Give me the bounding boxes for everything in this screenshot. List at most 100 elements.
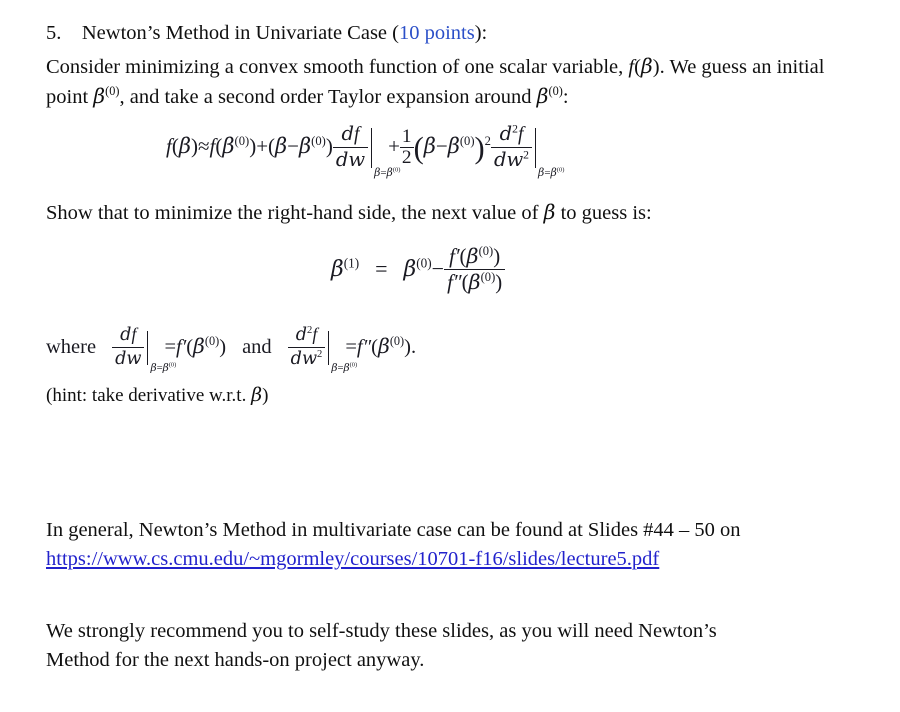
where-eval-first: β=β(0)	[144, 331, 176, 374]
where-equals-1: =	[164, 335, 177, 358]
where-eval-bar-second	[328, 331, 330, 366]
newton-minus: −	[431, 255, 445, 281]
where-r1-sup: (0)	[204, 334, 220, 349]
taylor-dw-denominator: dw	[333, 148, 368, 172]
where-r1-open: (	[186, 335, 194, 358]
where-dw-w: w	[126, 348, 142, 369]
recommendation-paragraph: We strongly recommend you to self-study …	[46, 617, 858, 675]
question-title-tail: ):	[474, 22, 488, 44]
newton-den-beta: β	[468, 270, 481, 295]
title-gap	[61, 22, 82, 44]
where-eval2-sup: (0)	[349, 361, 358, 369]
where-r2-sup: (0)	[389, 334, 405, 349]
question-title-text: Newton’s Method in Univariate Case (	[81, 22, 399, 44]
taylor-t3-beta: β	[423, 134, 436, 159]
lecture-slides-link[interactable]: https://www.cs.cmu.edu/~mgormley/courses…	[46, 548, 659, 570]
where-dw-d: d	[115, 348, 127, 369]
taylor-eval-sub-second: β=β(0)	[538, 166, 564, 179]
taylor-t2-minus: −	[287, 134, 300, 159]
where-df-f: f	[131, 323, 137, 344]
where-r2-prime: ″	[362, 335, 372, 358]
intro-beta0-2: β	[536, 84, 549, 108]
where-d2f-f: f	[312, 323, 318, 344]
taylor-d2f-numerator: d2f	[490, 121, 533, 148]
taylor-one-half: 12	[399, 125, 414, 169]
taylor-half-num: 1	[399, 125, 414, 149]
taylor-t1-beta: β	[222, 134, 235, 159]
intro-text-line2c: :	[562, 86, 569, 108]
general-note-paragraph: In general, Newton’s Method in multivari…	[46, 516, 858, 574]
hint-line: (hint: take derivative w.r.t. β)	[46, 381, 858, 410]
taylor-t2-beta: β	[275, 134, 288, 159]
where-label: where	[46, 335, 97, 358]
where-r2-close: )	[404, 335, 411, 358]
where-d2f-d: d	[295, 324, 308, 345]
taylor-df-numerator: df	[332, 122, 369, 148]
where-eval-sub-first: β=β(0)	[150, 361, 176, 374]
where-eval-sub-second: β=β(0)	[331, 361, 357, 374]
taylor-half-den: 2	[401, 147, 412, 169]
intro-beta0: β	[93, 84, 106, 108]
taylor-t3-sup: (0)	[459, 134, 475, 149]
taylor-lhs-open: (	[171, 134, 179, 159]
where-r2-open: (	[371, 335, 378, 358]
show-text-a: Show that to minimize the right-hand sid…	[46, 202, 544, 224]
taylor-eval2-sup: (0)	[556, 166, 565, 174]
where-eval-bar-first	[147, 331, 149, 366]
taylor-d2f-d: d	[499, 121, 513, 145]
where-dw-den: dw	[112, 348, 144, 370]
newton-numerator: f′(β(0))	[444, 243, 506, 271]
taylor-dw2-denominator: dw2	[491, 148, 532, 172]
question-number: 5.	[46, 22, 62, 44]
show-beta: β	[543, 200, 556, 224]
where-eval-second: β=β(0)	[325, 331, 357, 374]
where-d2f-num: d2f	[287, 323, 326, 348]
taylor-eval-second: β=β(0)	[532, 128, 564, 179]
where-equals-2: =	[345, 335, 357, 358]
taylor-t3-beta0: β	[447, 134, 460, 159]
intro-beta: β	[640, 54, 653, 78]
newton-num-close: )	[493, 243, 501, 268]
intro-text-line2b: , and take a second order Taylor expansi…	[119, 86, 537, 108]
taylor-second-derivative-fraction: d2f dw2	[490, 121, 533, 172]
taylor-t3-open: (	[413, 131, 424, 166]
newton-num-beta: β	[466, 243, 479, 268]
taylor-t2-close: )	[325, 134, 333, 159]
where-dw2-exp: 2	[317, 348, 323, 360]
where-eval-sup: (0)	[168, 361, 177, 369]
where-df-d: d	[120, 324, 132, 345]
equation-newton-update: β(1) = β(0)− f′(β(0)) f″(β(0))	[331, 243, 506, 296]
equation-taylor-expansion: f(β)≈f(β(0))+(β−β(0)) df dw β=β(0) +1 2 (β−β(0…	[166, 121, 564, 179]
taylor-lhs-close: )	[190, 134, 198, 159]
intro-paragraph: Consider minimizing a convex smooth func…	[46, 52, 858, 112]
where-r1-close: )	[219, 335, 227, 358]
intro-beta0-sup: (0)	[105, 84, 120, 99]
equation-derivative-definitions: where df dw β=β(0) =f′(β(0)) and d2f dw2 β=β(0) =…	[46, 323, 417, 374]
intro-beta0-2-sup: (0)	[548, 84, 563, 99]
where-d2f-fraction: d2f dw2	[287, 323, 326, 370]
taylor-eval-sub-first: β=β(0)	[374, 166, 400, 179]
taylor-t3-close: )	[474, 131, 485, 166]
taylor-t3-minus: −	[435, 134, 448, 159]
taylor-t1-sup: (0)	[234, 134, 250, 149]
newton-den-sup: (0)	[480, 270, 496, 285]
newton-den-prime: ″	[452, 270, 462, 295]
points-badge: 10 points	[398, 22, 475, 44]
taylor-df-f: f	[353, 123, 360, 145]
newton-den-open: (	[461, 270, 469, 295]
newton-rhs-beta: β	[403, 256, 417, 282]
document-page: 5. Newton’s Method in Univariate Case (1…	[0, 0, 900, 712]
hint-text-a: (hint: take derivative w.r.t.	[46, 385, 252, 406]
where-dw2-den: dw2	[288, 348, 326, 370]
show-that-paragraph: Show that to minimize the right-hand sid…	[46, 198, 858, 228]
newton-lhs-beta: β	[331, 256, 344, 282]
where-dw2-d: d	[290, 348, 302, 369]
taylor-t2-sup: (0)	[311, 134, 326, 149]
intro-paren-open: (	[634, 56, 641, 78]
newton-num-sup: (0)	[478, 243, 494, 258]
recommendation-line-2: Method for the next hands-on project any…	[46, 649, 425, 671]
newton-rhs-sup: (0)	[416, 255, 432, 271]
taylor-t2-open: (	[268, 134, 276, 159]
taylor-eval-bar-second	[535, 128, 537, 169]
where-period: .	[410, 335, 417, 358]
